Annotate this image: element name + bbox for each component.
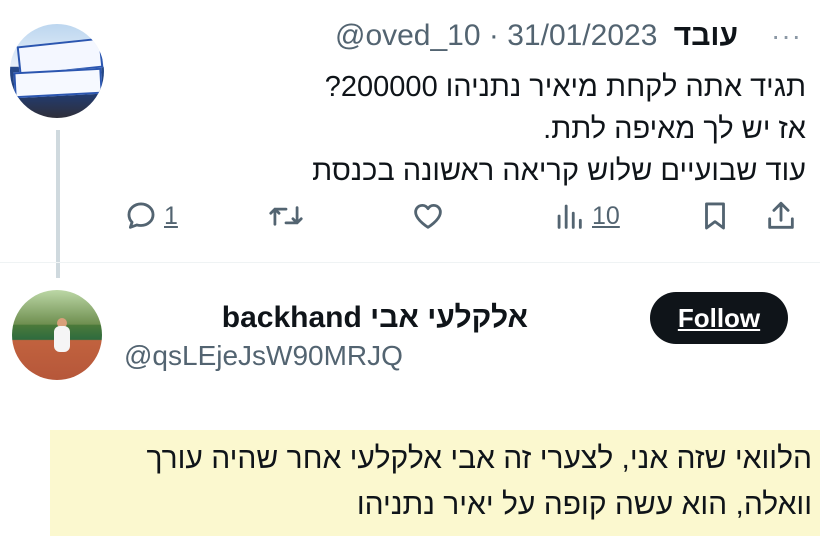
retweet-icon (268, 199, 304, 233)
tweet-line: עוד שבועיים שלוש קריאה ראשונה בכנסת (312, 155, 806, 187)
user-handle[interactable]: @qsLEjeJsW90MRJQ (124, 338, 403, 374)
separator: · (488, 19, 499, 52)
follow-button[interactable]: Follow (650, 292, 788, 344)
tweet-line: אז יש לך מאיפה לתת. (543, 113, 806, 145)
tweet-header: עובד @oved_10 · 31/01/2023 (335, 18, 738, 54)
bookmark-button[interactable] (698, 196, 732, 236)
reply-text: הלוואי שזה אני, לצערי זה אבי אלקלעי אחר … (146, 436, 812, 528)
retweet-button[interactable] (268, 196, 310, 236)
tweet-meta: @oved_10 · 31/01/2023 (335, 19, 657, 52)
tweet-text: תגיד אתה לקחת מיאיר נתניהו 200000? אז יש… (312, 66, 806, 192)
share-icon (764, 199, 798, 233)
like-button[interactable] (410, 196, 452, 236)
reply-line: וואלה, הוא עשה קופה על יאיר נתניהו (356, 488, 812, 521)
tweet-line: תגיד אתה לקחת מיאיר נתניהו 200000? (324, 71, 806, 103)
views-count: 10 (592, 201, 620, 230)
reply-count: 1 (164, 201, 178, 230)
avatar-sign (13, 67, 103, 99)
reply-button[interactable]: 1 (124, 196, 178, 236)
reply-line: הלוואי שזה אני, לצערי זה אבי אלקלעי אחר … (146, 442, 812, 475)
bookmark-icon (698, 199, 732, 233)
divider (0, 262, 820, 263)
highlighted-reply: הלוואי שזה אני, לצערי זה אבי אלקלעי אחר … (50, 430, 820, 536)
tweet-date[interactable]: 31/01/2023 (507, 19, 657, 52)
tweet-actions: 1 10 (0, 196, 820, 236)
reply-icon (124, 199, 158, 233)
author-name[interactable]: עובד (674, 19, 738, 52)
views-button[interactable]: 10 (552, 196, 620, 236)
more-options-icon[interactable]: ··· (771, 20, 802, 52)
author-handle[interactable]: @oved_10 (335, 19, 481, 52)
avatar[interactable] (10, 24, 104, 118)
avatar-figure (54, 326, 70, 352)
avatar[interactable] (12, 290, 102, 380)
views-icon (552, 199, 586, 233)
share-button[interactable] (764, 196, 798, 236)
user-display-name[interactable]: אלקלעי אבי backhand (222, 300, 528, 336)
like-icon (410, 199, 446, 233)
